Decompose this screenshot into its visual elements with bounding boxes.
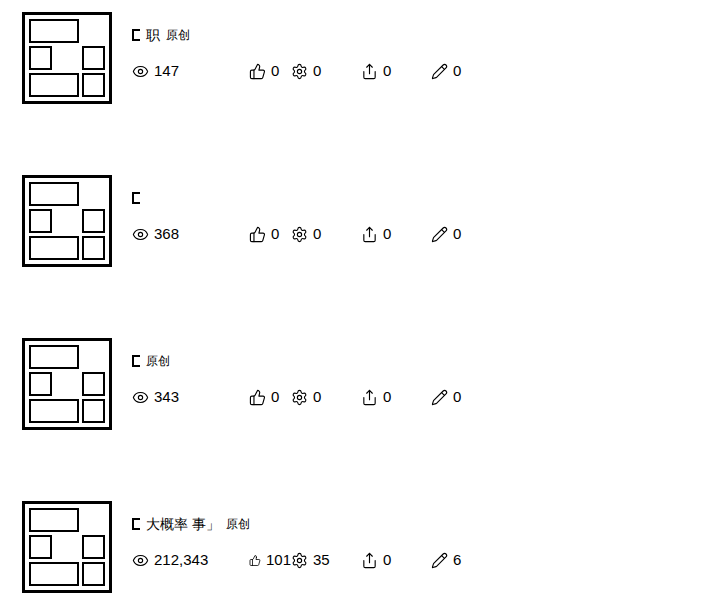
favorites-stat: 0 (291, 386, 361, 409)
views-icon[interactable] (132, 552, 149, 569)
article-title[interactable]: 大概率 事」原创 (132, 513, 481, 535)
views-count: 147 (154, 60, 179, 83)
comments-stat: 0 (431, 223, 481, 246)
comments-icon[interactable] (431, 63, 448, 80)
favorites-count: 0 (313, 223, 321, 246)
favorites-icon[interactable] (291, 389, 308, 406)
views-stat: 147 (132, 60, 249, 83)
comments-icon[interactable] (431, 226, 448, 243)
original-badge: 原创 (166, 25, 190, 45)
views-stat: 368 (132, 223, 249, 246)
views-icon[interactable] (132, 63, 149, 80)
article-stats: 147 0 0 0 0 (132, 60, 481, 83)
views-count: 343 (154, 386, 179, 409)
article-title[interactable]: 原创 (132, 350, 481, 372)
article-thumbnail[interactable] (22, 501, 112, 593)
likes-stat: 101 (249, 549, 291, 572)
article-list: 职原创14700003680000原创3430000大概率 事」原创212,34… (0, 0, 708, 603)
original-badge: 原创 (226, 514, 250, 534)
article-thumbnail[interactable] (22, 12, 112, 104)
article-row[interactable]: 原创 343 0 0 0 0 (22, 338, 708, 430)
title-text[interactable]: 大概率 事」 (146, 514, 220, 534)
article-row[interactable]: 职原创 147 0 0 0 0 (22, 12, 708, 104)
shares-icon[interactable] (361, 552, 378, 569)
article-stats: 368 0 0 0 0 (132, 223, 481, 246)
shares-icon[interactable] (361, 63, 378, 80)
comments-stat: 0 (431, 386, 481, 409)
shares-icon[interactable] (361, 389, 378, 406)
views-icon[interactable] (132, 389, 149, 406)
favorites-count: 0 (313, 60, 321, 83)
original-badge: 原创 (146, 351, 170, 371)
comments-count: 6 (453, 549, 461, 572)
likes-stat: 0 (249, 386, 291, 409)
article-thumbnail[interactable] (22, 338, 112, 430)
likes-stat: 0 (249, 60, 291, 83)
favorites-stat: 0 (291, 60, 361, 83)
likes-stat: 0 (249, 223, 291, 246)
likes-icon[interactable] (249, 226, 266, 243)
comments-count: 0 (453, 223, 461, 246)
likes-count: 0 (271, 60, 279, 83)
shares-count: 0 (383, 549, 391, 572)
shares-stat: 0 (361, 223, 431, 246)
shares-icon[interactable] (361, 226, 378, 243)
views-stat: 343 (132, 386, 249, 409)
likes-count: 0 (271, 223, 279, 246)
article-thumbnail[interactable] (22, 175, 112, 267)
views-count: 368 (154, 223, 179, 246)
comments-icon[interactable] (431, 552, 448, 569)
shares-stat: 0 (361, 386, 431, 409)
favorites-count: 0 (313, 386, 321, 409)
likes-icon[interactable] (249, 389, 266, 406)
article-row[interactable]: 368 0 0 0 0 (22, 175, 708, 267)
comments-count: 0 (453, 386, 461, 409)
title-text[interactable]: 职 (146, 25, 160, 45)
favorites-icon[interactable] (291, 63, 308, 80)
favorites-icon[interactable] (291, 226, 308, 243)
views-count: 212,343 (154, 549, 208, 572)
shares-count: 0 (383, 60, 391, 83)
shares-stat: 0 (361, 60, 431, 83)
favorites-icon[interactable] (291, 552, 308, 569)
views-icon[interactable] (132, 226, 149, 243)
likes-count: 0 (271, 386, 279, 409)
likes-icon[interactable] (249, 63, 266, 80)
article-row[interactable]: 大概率 事」原创 212,343 101 35 0 6 (22, 501, 708, 593)
comments-stat: 0 (431, 60, 481, 83)
likes-count: 101 (266, 549, 291, 572)
shares-count: 0 (383, 223, 391, 246)
favorites-stat: 35 (291, 549, 361, 572)
shares-count: 0 (383, 386, 391, 409)
article-stats: 212,343 101 35 0 6 (132, 549, 481, 572)
favorites-count: 35 (313, 549, 330, 572)
comments-icon[interactable] (431, 389, 448, 406)
shares-stat: 0 (361, 549, 431, 572)
comments-count: 0 (453, 60, 461, 83)
favorites-stat: 0 (291, 223, 361, 246)
article-stats: 343 0 0 0 0 (132, 386, 481, 409)
article-title[interactable]: 职原创 (132, 24, 481, 46)
article-title[interactable] (132, 187, 481, 209)
comments-stat: 6 (431, 549, 481, 572)
views-stat: 212,343 (132, 549, 249, 572)
likes-icon[interactable] (249, 552, 261, 569)
